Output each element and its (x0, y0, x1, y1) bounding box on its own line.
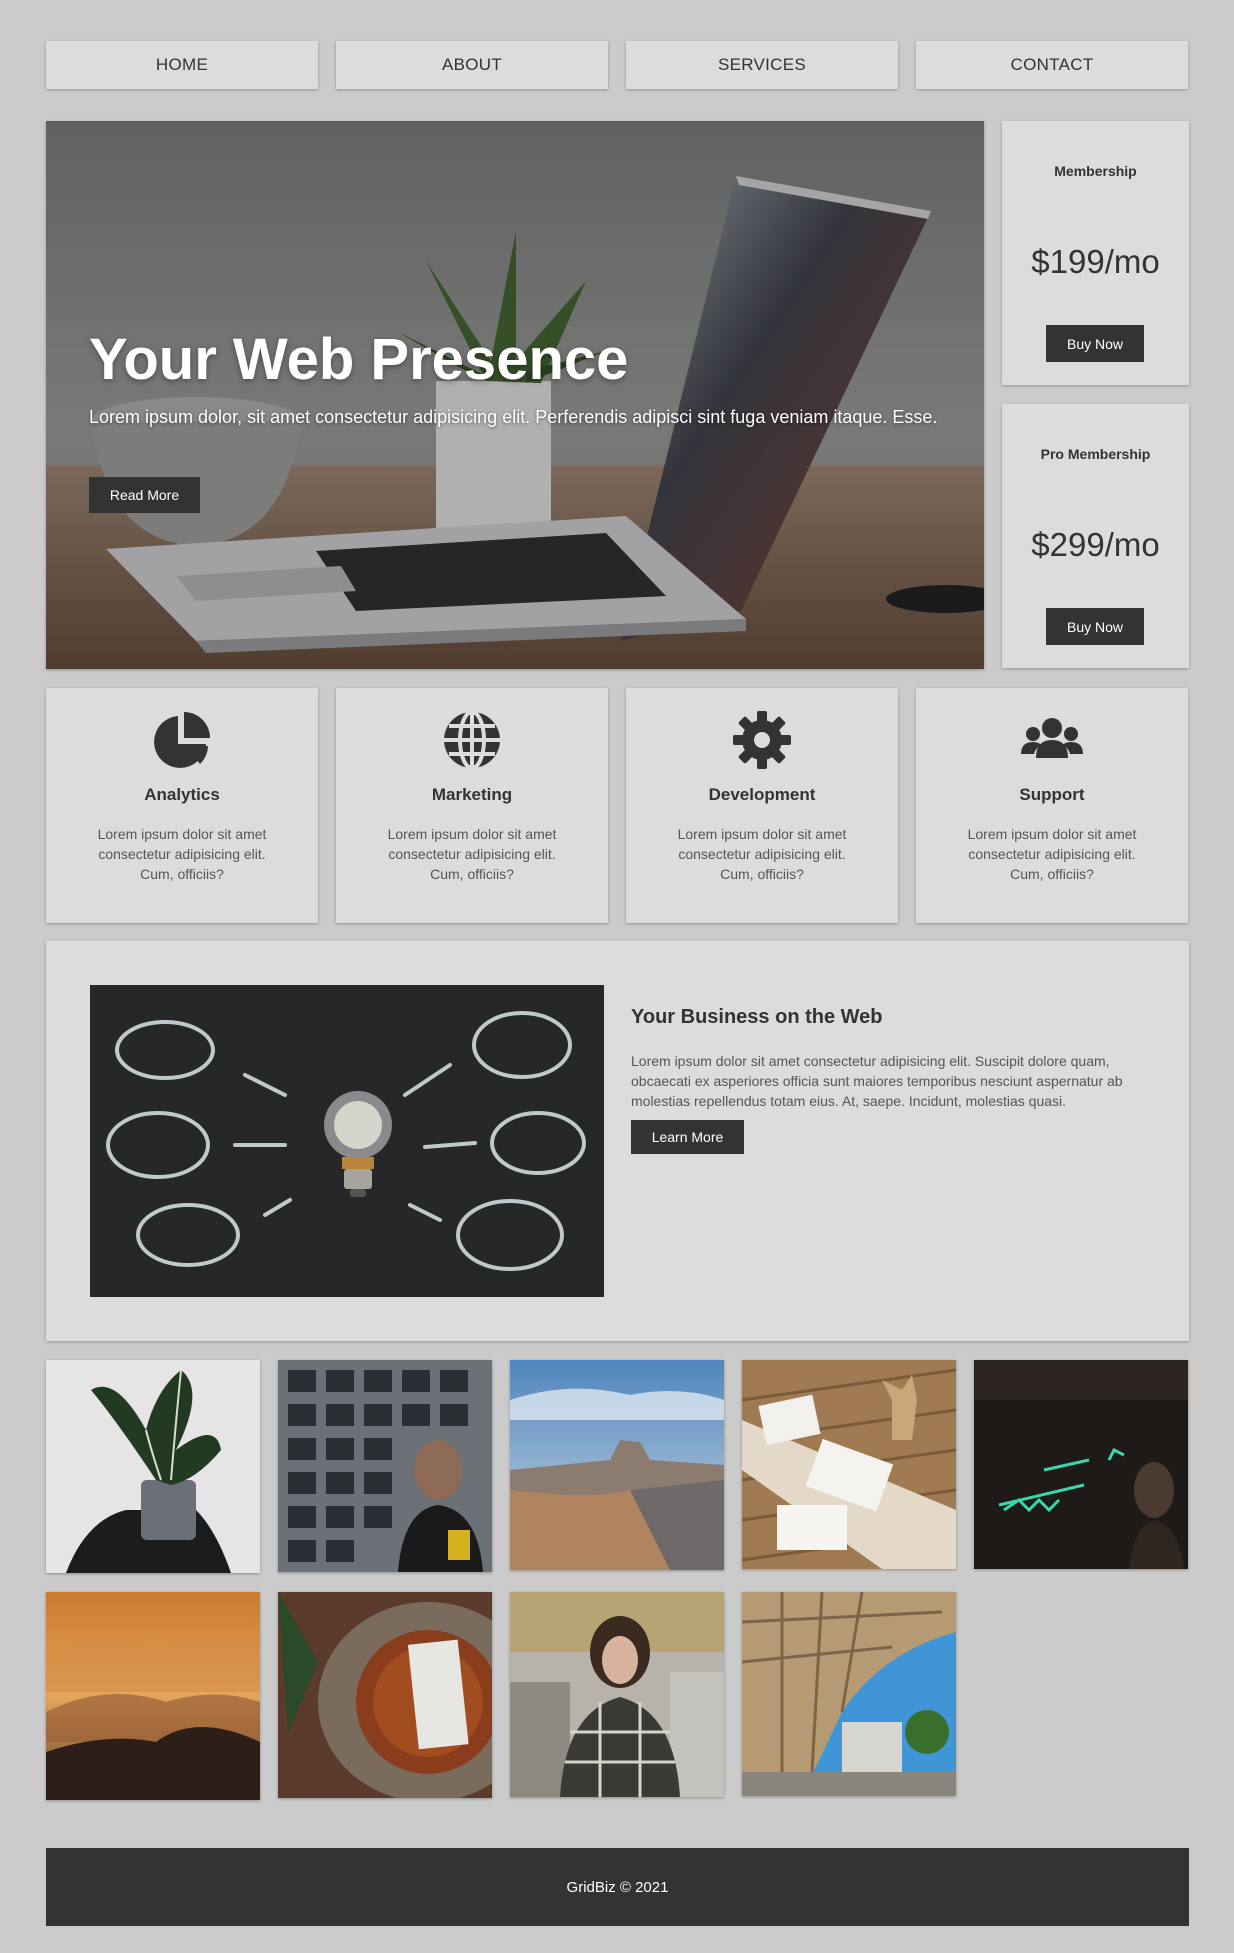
hero-banner: Your Web Presence Lorem ipsum dolor, sit… (46, 121, 984, 669)
gallery-image-foggy-mountains (46, 1592, 260, 1800)
globe-icon (444, 710, 500, 770)
nav-services[interactable]: SERVICES (626, 41, 898, 89)
lightbulb-chalkboard-image (90, 985, 604, 1297)
service-text: Lorem ipsum dolor sit amet consectetur a… (387, 826, 557, 882)
footer: GridBiz © 2021 (46, 1848, 1189, 1926)
feature-title: Your Business on the Web (631, 1006, 883, 1028)
gallery-image-woman-plaid (510, 1592, 724, 1797)
gallery-image-neon-sign (974, 1360, 1188, 1569)
service-card-marketing: Marketing Lorem ipsum dolor sit amet con… (336, 688, 608, 923)
hero-laptop-image (46, 121, 984, 669)
pricing-name: Pro Membership (1040, 446, 1151, 462)
hero-text: Lorem ipsum dolor, sit amet consectetur … (89, 407, 938, 427)
gallery-image-building-man (278, 1360, 492, 1572)
footer-copyright: GridBiz © 2021 (566, 1878, 669, 1896)
main-nav: HOME ABOUT SERVICES CONTACT (46, 41, 1189, 89)
buy-now-button-pro-membership[interactable]: Buy Now (1046, 608, 1144, 645)
service-text: Lorem ipsum dolor sit amet consectetur a… (677, 826, 847, 882)
hero-title: Your Web Presence (89, 327, 629, 392)
pricing-amount: $199/mo (1031, 243, 1160, 280)
gallery-image-table-setting (278, 1592, 492, 1798)
pricing-name: Membership (1054, 163, 1137, 179)
service-title: Support (1019, 785, 1085, 804)
nav-home[interactable]: HOME (46, 41, 318, 89)
feature-text: Lorem ipsum dolor sit amet consectetur a… (631, 1053, 1123, 1109)
gallery-image-dining-table (742, 1360, 956, 1569)
service-card-support: Support Lorem ipsum dolor sit amet conse… (916, 688, 1188, 923)
pie-chart-icon (154, 712, 210, 768)
service-title: Analytics (144, 785, 220, 804)
service-text: Lorem ipsum dolor sit amet consectetur a… (967, 826, 1137, 882)
service-card-analytics: Analytics Lorem ipsum dolor sit amet con… (46, 688, 318, 923)
gallery-image-wooden-canopy (742, 1592, 956, 1796)
service-text: Lorem ipsum dolor sit amet consectetur a… (97, 826, 267, 882)
gallery-image-plant-pot (46, 1360, 260, 1573)
service-card-development: Development Lorem ipsum dolor sit amet c… (626, 688, 898, 923)
pricing-card-pro-membership: Pro Membership $299/mo Buy Now (1002, 404, 1189, 668)
service-title: Marketing (431, 785, 513, 804)
pricing-card-membership: Membership $199/mo Buy Now (1002, 121, 1189, 385)
gallery-image-desert-landscape (510, 1360, 724, 1570)
buy-now-button-membership[interactable]: Buy Now (1046, 325, 1144, 362)
nav-about[interactable]: ABOUT (336, 41, 608, 89)
pricing-amount: $299/mo (1031, 526, 1160, 563)
users-icon (1021, 718, 1083, 758)
gear-icon (733, 711, 791, 769)
service-title: Development (708, 785, 816, 804)
read-more-button[interactable]: Read More (89, 477, 200, 513)
learn-more-button[interactable]: Learn More (631, 1120, 744, 1154)
nav-contact[interactable]: CONTACT (916, 41, 1188, 89)
services-row: Analytics Lorem ipsum dolor sit amet con… (46, 688, 1189, 923)
feature-section: Your Business on the Web Lorem ipsum dol… (46, 941, 1189, 1341)
